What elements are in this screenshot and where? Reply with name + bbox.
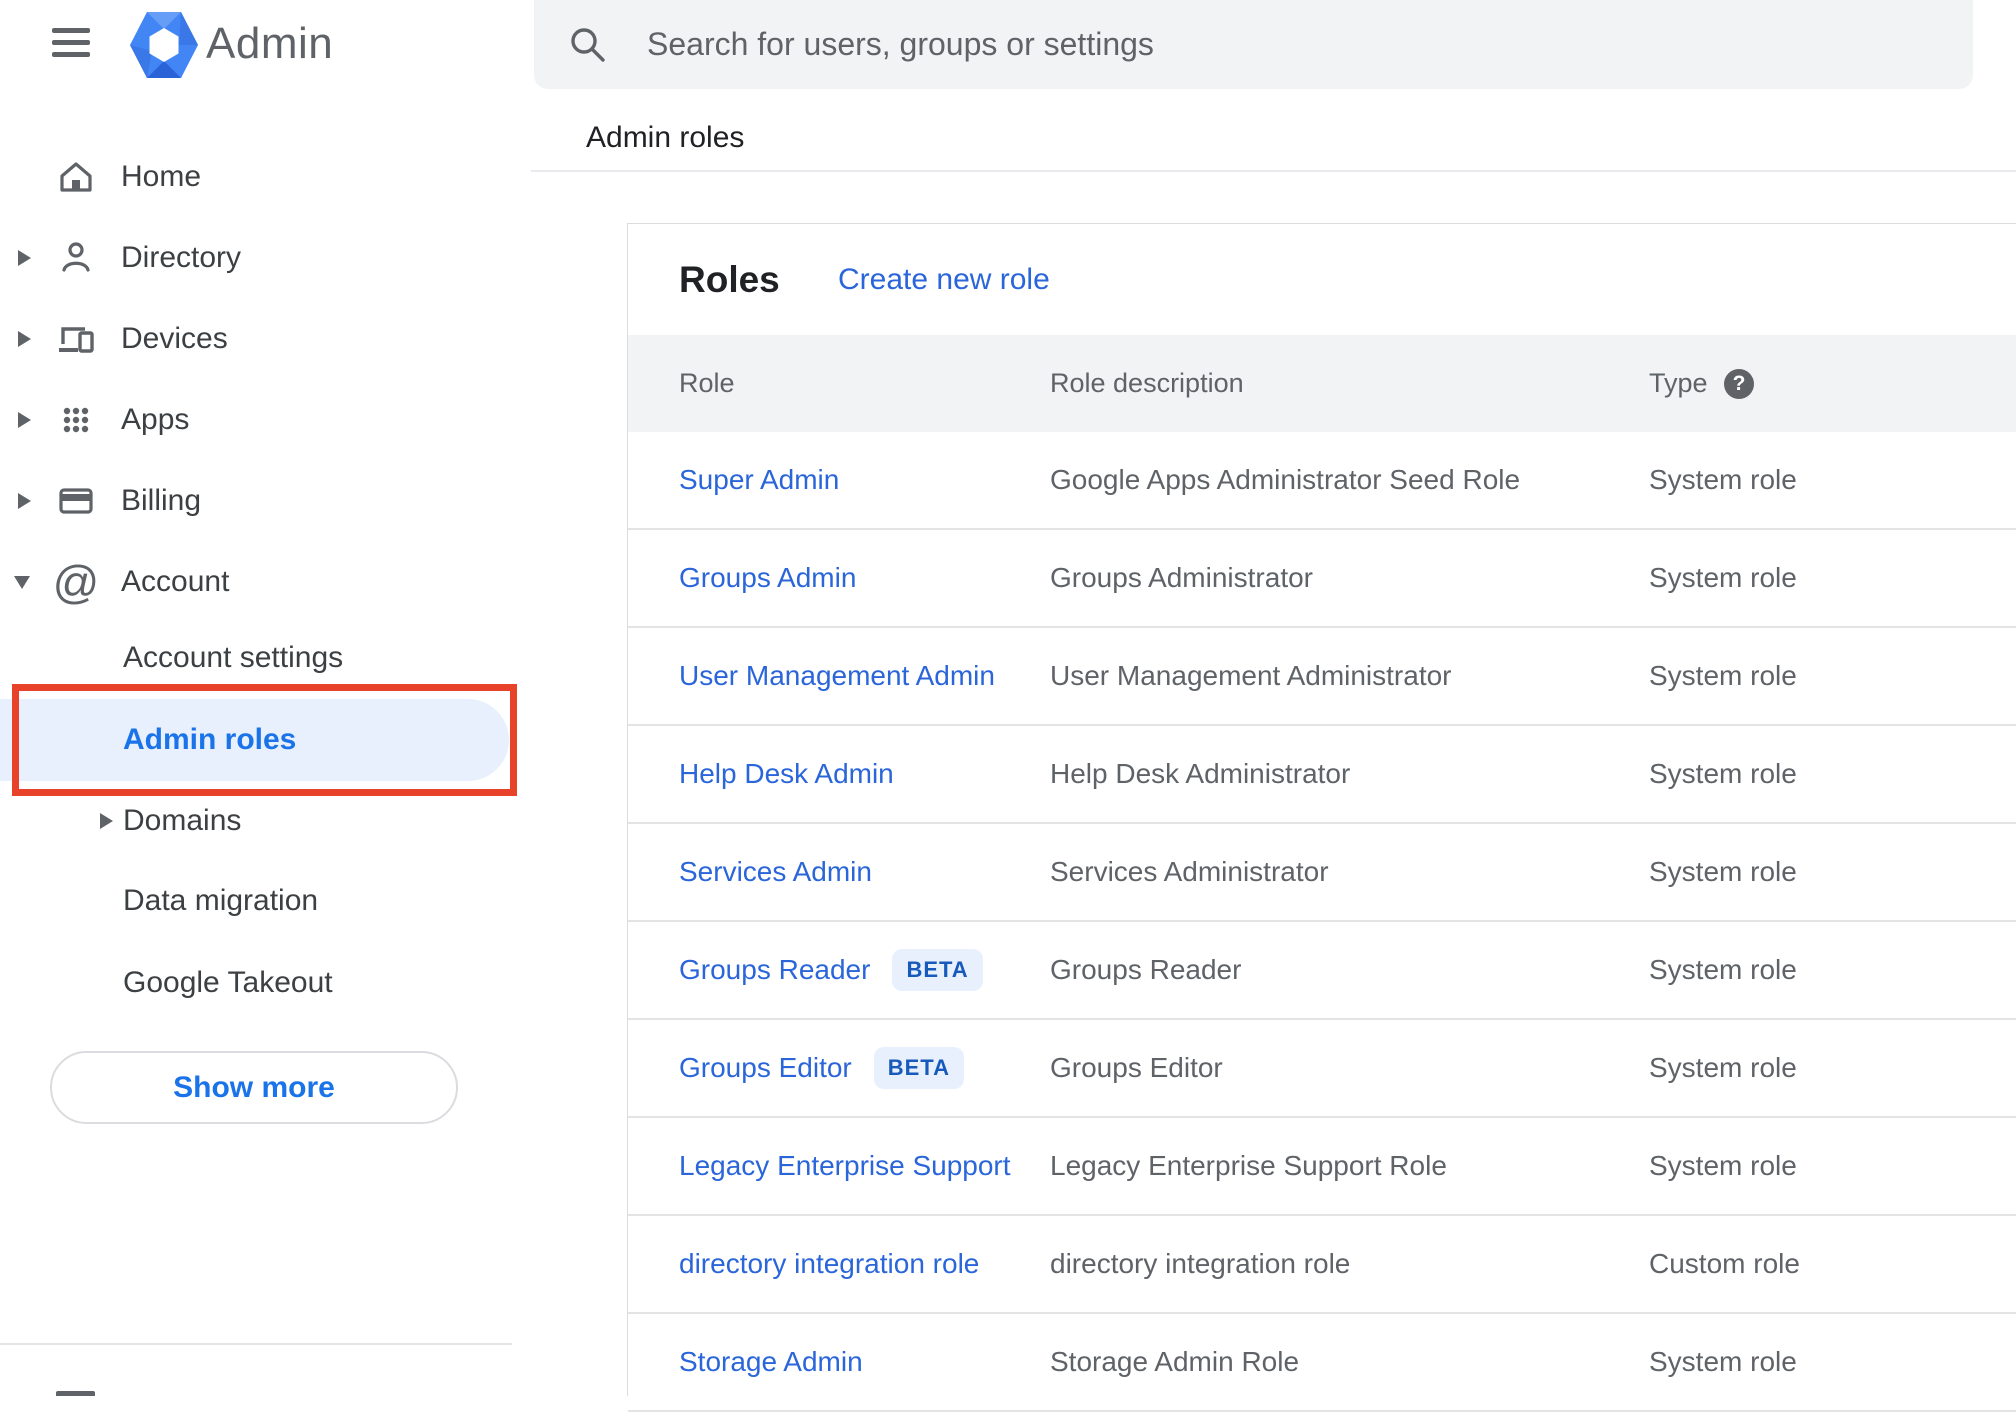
table-row: Help Desk Admin Help Desk Administrator … — [628, 726, 2016, 824]
sidebar-item-label: Account — [121, 565, 230, 598]
sidebar-item-data-migration[interactable]: Data migration — [0, 861, 512, 941]
expand-right-icon[interactable] — [100, 813, 113, 829]
sidebar-item-label: Home — [121, 160, 202, 193]
roles-table: Super Admin Google Apps Administrator Se… — [628, 432, 2016, 1412]
hamburger-menu-icon[interactable] — [52, 28, 90, 58]
person-icon — [54, 236, 98, 280]
sidebar-item-label: Devices — [121, 322, 228, 355]
sidebar-item-billing[interactable]: Billing — [0, 461, 512, 541]
table-row: Super Admin Google Apps Administrator Se… — [628, 432, 2016, 530]
role-link[interactable]: Groups Reader — [679, 954, 870, 986]
admin-logo-icon — [128, 9, 200, 81]
table-row: Legacy Enterprise Support Legacy Enterpr… — [628, 1118, 2016, 1216]
roles-card: Roles Create new role Role Role descript… — [627, 223, 2016, 1412]
sidebar-item-home[interactable]: Home — [0, 137, 512, 217]
sidebar-item-directory[interactable]: Directory — [0, 218, 512, 298]
role-description: Help Desk Administrator — [1050, 758, 1351, 789]
sidebar: Admin Home Directory Devices Apps Billin… — [0, 0, 531, 1396]
search-placeholder: Search for users, groups or settings — [647, 26, 1154, 62]
expand-right-icon[interactable] — [18, 331, 31, 347]
beta-badge: BETA — [873, 1047, 965, 1089]
role-description: User Management Administrator — [1050, 660, 1452, 691]
sidebar-item-label: Directory — [121, 241, 242, 274]
column-header-role: Role — [679, 368, 735, 398]
content-divider — [531, 170, 2016, 172]
sidebar-item-apps[interactable]: Apps — [0, 380, 512, 460]
role-link[interactable]: Services Admin — [679, 856, 872, 888]
role-type: System role — [1649, 954, 1797, 985]
sidebar-item-account[interactable]: @ Account — [0, 542, 512, 622]
show-more-button[interactable]: Show more — [50, 1051, 458, 1124]
expand-right-icon[interactable] — [18, 250, 31, 266]
sidebar-item-devices[interactable]: Devices — [0, 299, 512, 379]
collapse-down-icon[interactable] — [14, 575, 30, 589]
column-header-type: Type — [1649, 368, 1708, 398]
sidebar-item-label: Apps — [121, 403, 190, 436]
expand-right-icon[interactable] — [18, 493, 31, 509]
sidebar-item-account-settings[interactable]: Account settings — [0, 618, 512, 698]
create-new-role-link[interactable]: Create new role — [838, 263, 1050, 297]
role-link[interactable]: Groups Editor — [679, 1052, 852, 1084]
role-description: Google Apps Administrator Seed Role — [1050, 464, 1521, 495]
sidebar-item-label: Google Takeout — [123, 966, 333, 999]
table-row: Groups Reader BETA Groups Reader System … — [628, 922, 2016, 1020]
role-type: System role — [1649, 1150, 1797, 1181]
table-row: Storage Admin Storage Admin Role System … — [628, 1314, 2016, 1412]
home-icon — [54, 155, 98, 199]
column-header-role-description: Role description — [1050, 368, 1244, 398]
sidebar-item-label: Admin roles — [123, 723, 297, 756]
sidebar-item-label: Account settings — [123, 641, 344, 674]
at-sign-icon: @ — [52, 556, 100, 608]
role-link[interactable]: Super Admin — [679, 464, 839, 496]
sidebar-item-label: Data migration — [123, 884, 319, 917]
search-icon[interactable] — [566, 23, 610, 67]
role-type: Custom role — [1649, 1248, 1800, 1279]
role-description: Legacy Enterprise Support Role — [1050, 1150, 1447, 1181]
role-type: System role — [1649, 758, 1797, 789]
table-row: Groups Editor BETA Groups Editor System … — [628, 1020, 2016, 1118]
roles-card-header: Roles Create new role — [628, 224, 2016, 335]
role-type: System role — [1649, 464, 1797, 495]
breadcrumb: Admin roles — [586, 121, 745, 154]
role-type: System role — [1649, 562, 1797, 593]
roles-title: Roles — [679, 258, 780, 300]
sidebar-item-google-takeout[interactable]: Google Takeout — [0, 943, 512, 1023]
role-link[interactable]: Legacy Enterprise Support — [679, 1150, 1011, 1182]
role-link[interactable]: directory integration role — [679, 1248, 979, 1280]
sidebar-item-label: Domains — [123, 804, 242, 837]
table-row: Groups Admin Groups Administrator System… — [628, 530, 2016, 628]
role-description: Groups Administrator — [1050, 562, 1313, 593]
app-title: Admin — [206, 19, 334, 68]
table-row: Services Admin Services Administrator Sy… — [628, 824, 2016, 922]
role-link[interactable]: User Management Admin — [679, 660, 995, 692]
credit-card-icon — [54, 479, 98, 523]
role-link[interactable]: Help Desk Admin — [679, 758, 894, 790]
apps-grid-icon — [54, 398, 98, 442]
devices-icon — [54, 317, 98, 361]
sidebar-item-domains[interactable]: Domains — [0, 781, 512, 861]
role-description: directory integration role — [1050, 1248, 1351, 1279]
clipped-menu-icon — [56, 1391, 95, 1396]
role-link[interactable]: Storage Admin — [679, 1346, 863, 1378]
help-icon[interactable]: ? — [1724, 369, 1754, 399]
table-row: User Management Admin User Management Ad… — [628, 628, 2016, 726]
table-row: directory integration role directory int… — [628, 1216, 2016, 1314]
sidebar-divider — [0, 1343, 512, 1345]
beta-badge: BETA — [892, 949, 983, 991]
role-description: Groups Reader — [1050, 954, 1242, 985]
sidebar-item-label: Billing — [121, 484, 202, 517]
table-header-row: Role Role description Type ? — [628, 335, 2016, 432]
sidebar-item-admin-roles-selected[interactable]: Admin roles — [0, 699, 509, 781]
role-description: Services Administrator — [1050, 856, 1329, 887]
expand-right-icon[interactable] — [18, 412, 31, 428]
role-type: System role — [1649, 660, 1797, 691]
role-description: Groups Editor — [1050, 1052, 1223, 1083]
role-type: System role — [1649, 856, 1797, 887]
role-link[interactable]: Groups Admin — [679, 562, 856, 594]
role-type: System role — [1649, 1052, 1797, 1083]
